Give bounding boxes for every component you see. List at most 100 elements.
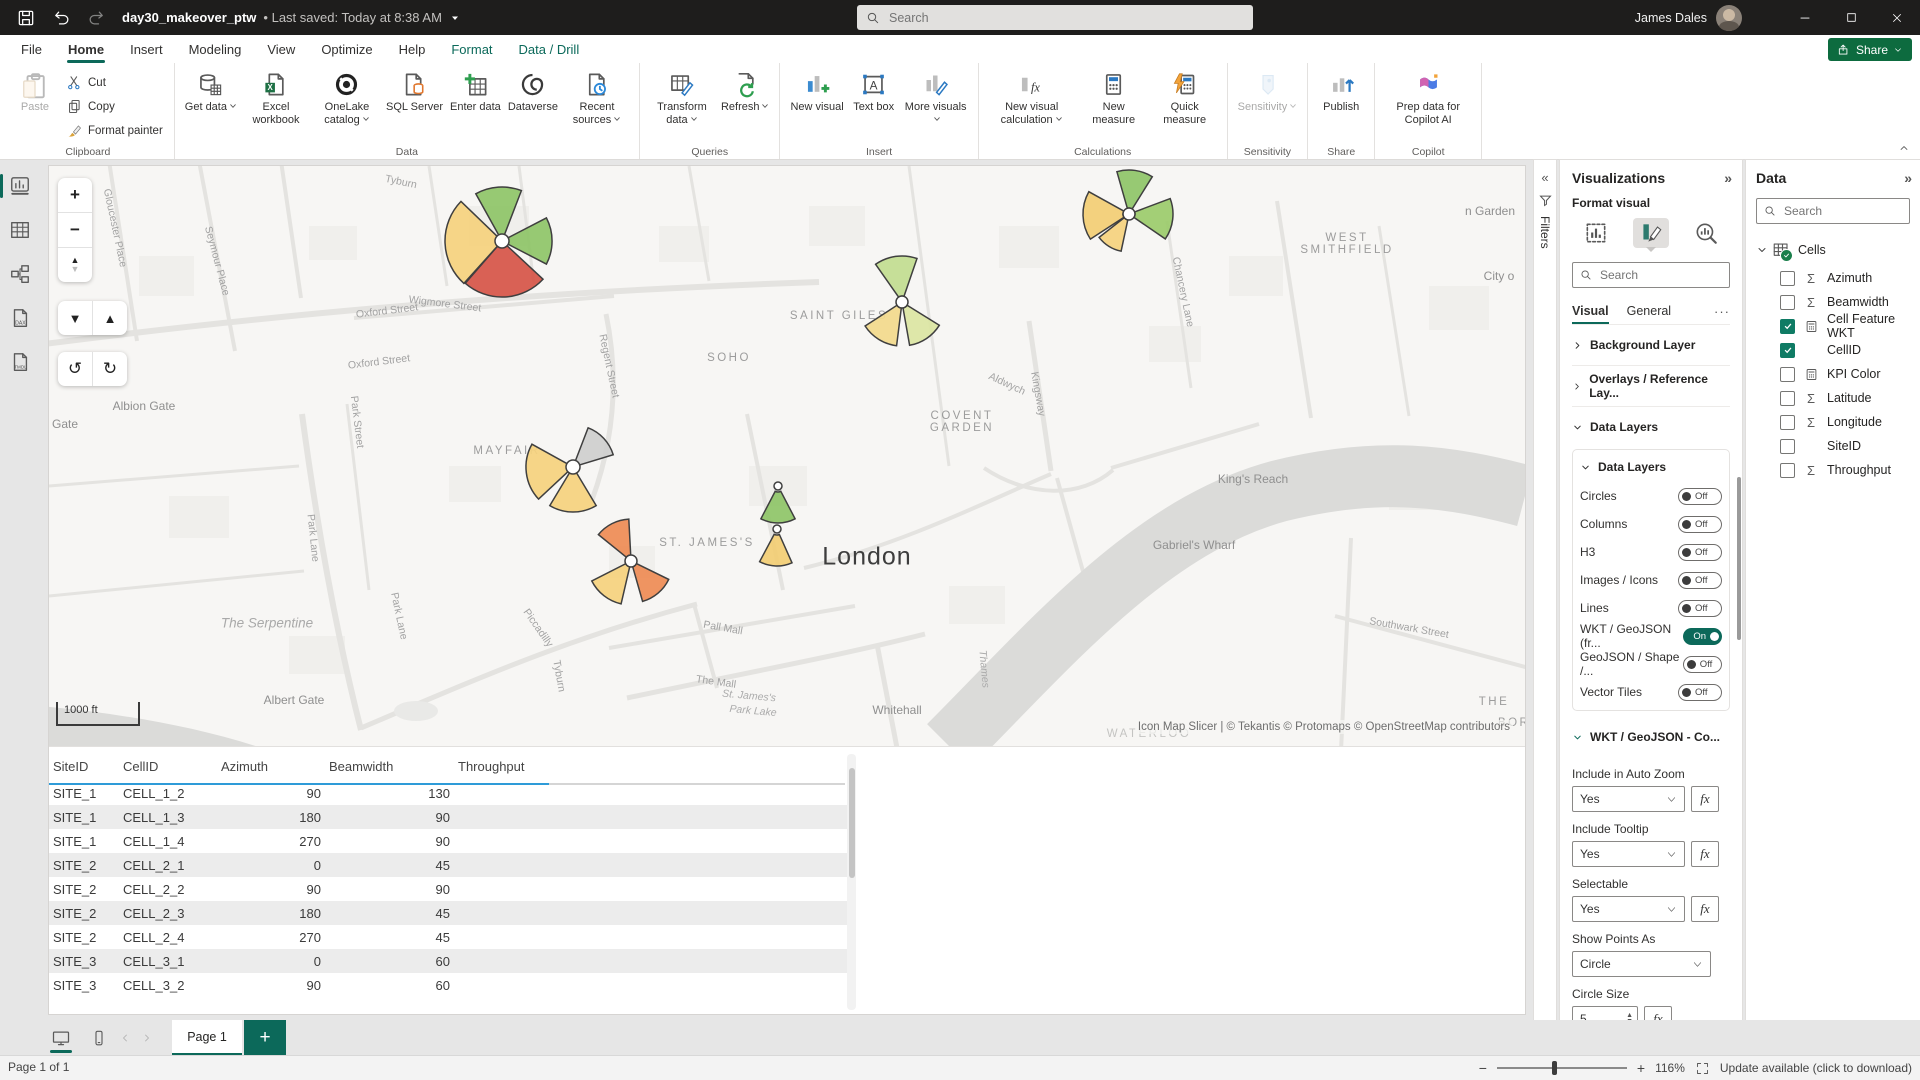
table-row[interactable]: SITE_2CELL_2_3180456 xyxy=(49,901,856,925)
cell-sector-wedge[interactable] xyxy=(1134,199,1173,239)
field-checkbox[interactable] xyxy=(1780,271,1795,286)
enter-data-button[interactable]: Enter data xyxy=(447,68,504,114)
table-cell[interactable]: 6 xyxy=(454,925,856,949)
transform-data-button[interactable]: Transform data xyxy=(647,68,717,127)
pitch-up-button[interactable]: ▲ xyxy=(93,301,127,335)
collapse-ribbon-button[interactable] xyxy=(1893,140,1915,156)
mobile-layout-button[interactable] xyxy=(84,1024,114,1052)
fields-search[interactable] xyxy=(1756,198,1910,224)
save-button[interactable] xyxy=(12,4,40,31)
table-cell[interactable]: 45 xyxy=(325,901,454,925)
table-cell[interactable]: 6 xyxy=(454,829,856,853)
update-available-link[interactable]: Update available (click to download) xyxy=(1720,1061,1912,1075)
zoom-slider[interactable] xyxy=(1497,1067,1627,1069)
zoom-out-button[interactable]: − xyxy=(1479,1060,1487,1076)
collapse-pane-icon[interactable]: » xyxy=(1724,170,1730,186)
cell-site-dot[interactable] xyxy=(495,234,509,248)
cell-sector-wedge[interactable] xyxy=(1117,170,1152,209)
cell-site-dot[interactable] xyxy=(1123,208,1135,220)
field-row-cellid[interactable]: CellID xyxy=(1756,338,1910,362)
layer-toggle[interactable]: Off xyxy=(1678,600,1722,617)
dataverse-button[interactable]: Dataverse xyxy=(505,68,561,114)
filters-pane-collapsed[interactable]: « Filters xyxy=(1534,160,1556,1053)
maximize-button[interactable] xyxy=(1828,0,1874,35)
table-cell[interactable]: 60 xyxy=(325,949,454,973)
cell-sector-wedge[interactable] xyxy=(592,564,630,604)
get-data-button[interactable]: Get data xyxy=(182,68,240,114)
table-cell[interactable]: SITE_2 xyxy=(49,877,119,901)
layer-toggle[interactable]: Off xyxy=(1678,684,1722,701)
map-attribution[interactable]: Icon Map Slicer | © Tekantis © Protomaps… xyxy=(1135,720,1513,734)
analytics-tab[interactable] xyxy=(1688,218,1724,248)
data-layers-card-header[interactable]: Data Layers xyxy=(1580,452,1722,482)
prep-data-for-copilot-ai-button[interactable]: Prep data for Copilot AI xyxy=(1382,68,1474,127)
cell-site-dot[interactable] xyxy=(774,482,782,490)
table-cell[interactable]: SITE_2 xyxy=(49,925,119,949)
sidebar-item-table-view[interactable] xyxy=(6,216,34,244)
fx-button[interactable]: fx xyxy=(1691,841,1719,867)
layer-toggle[interactable]: Off xyxy=(1678,544,1722,561)
sidebar-item-dax-query-view[interactable]: DAX xyxy=(6,304,34,332)
section-data-layers[interactable]: Data Layers xyxy=(1572,407,1730,447)
pane-scrollbar-thumb[interactable] xyxy=(1737,477,1741,640)
table-cell[interactable]: CELL_2_2 xyxy=(119,877,217,901)
table-cell[interactable]: SITE_1 xyxy=(49,805,119,829)
table-cell[interactable]: 180 xyxy=(217,805,325,829)
sensitivity-button[interactable]: Sensitivity xyxy=(1235,68,1301,114)
column-header-siteid[interactable]: SiteID xyxy=(49,752,119,781)
table-cell[interactable]: 45 xyxy=(325,925,454,949)
table-cell[interactable]: 270 xyxy=(217,925,325,949)
table-cell[interactable]: CELL_2_4 xyxy=(119,925,217,949)
table-row[interactable]: SITE_2CELL_2_4270456 xyxy=(49,925,856,949)
cell-sector-wedge[interactable] xyxy=(633,564,669,602)
cell-site-dot[interactable] xyxy=(566,460,580,474)
table-cell[interactable]: CELL_3_2 xyxy=(119,973,217,997)
field-checkbox[interactable] xyxy=(1780,295,1795,310)
menu-tab-home[interactable]: Home xyxy=(55,35,117,63)
fields-search-input[interactable] xyxy=(1782,203,1896,219)
close-button[interactable] xyxy=(1874,0,1920,35)
dropdown[interactable]: Yes xyxy=(1572,841,1685,867)
format-search[interactable] xyxy=(1572,262,1730,288)
dropdown[interactable]: Yes xyxy=(1572,786,1685,812)
table-cell[interactable]: 180 xyxy=(217,901,325,925)
expand-pane-icon[interactable]: « xyxy=(1541,170,1548,185)
field-row-siteid[interactable]: SiteID xyxy=(1756,434,1910,458)
new-page-button[interactable]: + xyxy=(244,1020,286,1056)
sidebar-item-tmdl-view[interactable]: TMDL xyxy=(6,348,34,376)
table-cell[interactable]: 0 xyxy=(217,853,325,877)
table-cell[interactable]: 10 xyxy=(454,949,856,973)
fx-button[interactable]: fx xyxy=(1691,896,1719,922)
table-cell[interactable]: CELL_2_3 xyxy=(119,901,217,925)
page-tab[interactable]: Page 1 xyxy=(172,1020,242,1056)
menu-tab-view[interactable]: View xyxy=(254,35,308,63)
cell-sector-wedge[interactable] xyxy=(760,534,792,566)
table-scrollbar[interactable] xyxy=(847,754,856,1010)
table-cell[interactable]: 60 xyxy=(325,973,454,997)
cell-sector-wedge[interactable] xyxy=(865,305,901,345)
column-header-azimuth[interactable]: Azimuth xyxy=(217,752,325,781)
table-row[interactable]: SITE_3CELL_3_106010 xyxy=(49,949,856,973)
table-cell[interactable]: 90 xyxy=(325,829,454,853)
new-visual-calculation-button[interactable]: fxNew visual calculation xyxy=(986,68,1078,127)
cell-sector-wedge[interactable] xyxy=(598,519,630,557)
paste-button[interactable]: Paste xyxy=(9,68,61,114)
cell-sector-wedge[interactable] xyxy=(876,256,917,297)
table-cell[interactable]: SITE_2 xyxy=(49,853,119,877)
table-node-cells[interactable]: Cells xyxy=(1756,238,1910,262)
layer-toggle[interactable]: Off xyxy=(1678,572,1722,589)
field-row-cell-feature-wkt[interactable]: Cell Feature WKT xyxy=(1756,314,1910,338)
menu-tab-optimize[interactable]: Optimize xyxy=(308,35,385,63)
format-search-input[interactable] xyxy=(1598,267,1712,283)
column-header-throughput[interactable]: Throughput xyxy=(454,752,856,781)
desktop-layout-button[interactable] xyxy=(46,1024,76,1052)
cell-sector-wedge[interactable] xyxy=(575,428,613,465)
prev-page-button[interactable] xyxy=(114,1024,136,1052)
cell-site-dot[interactable] xyxy=(625,555,637,567)
table-cell[interactable]: 45 xyxy=(325,853,454,877)
cell-site[interactable] xyxy=(592,519,669,604)
cell-site[interactable] xyxy=(445,187,552,297)
table-cell[interactable]: CELL_2_1 xyxy=(119,853,217,877)
field-checkbox[interactable] xyxy=(1780,415,1795,430)
table-cell[interactable]: 90 xyxy=(325,877,454,901)
